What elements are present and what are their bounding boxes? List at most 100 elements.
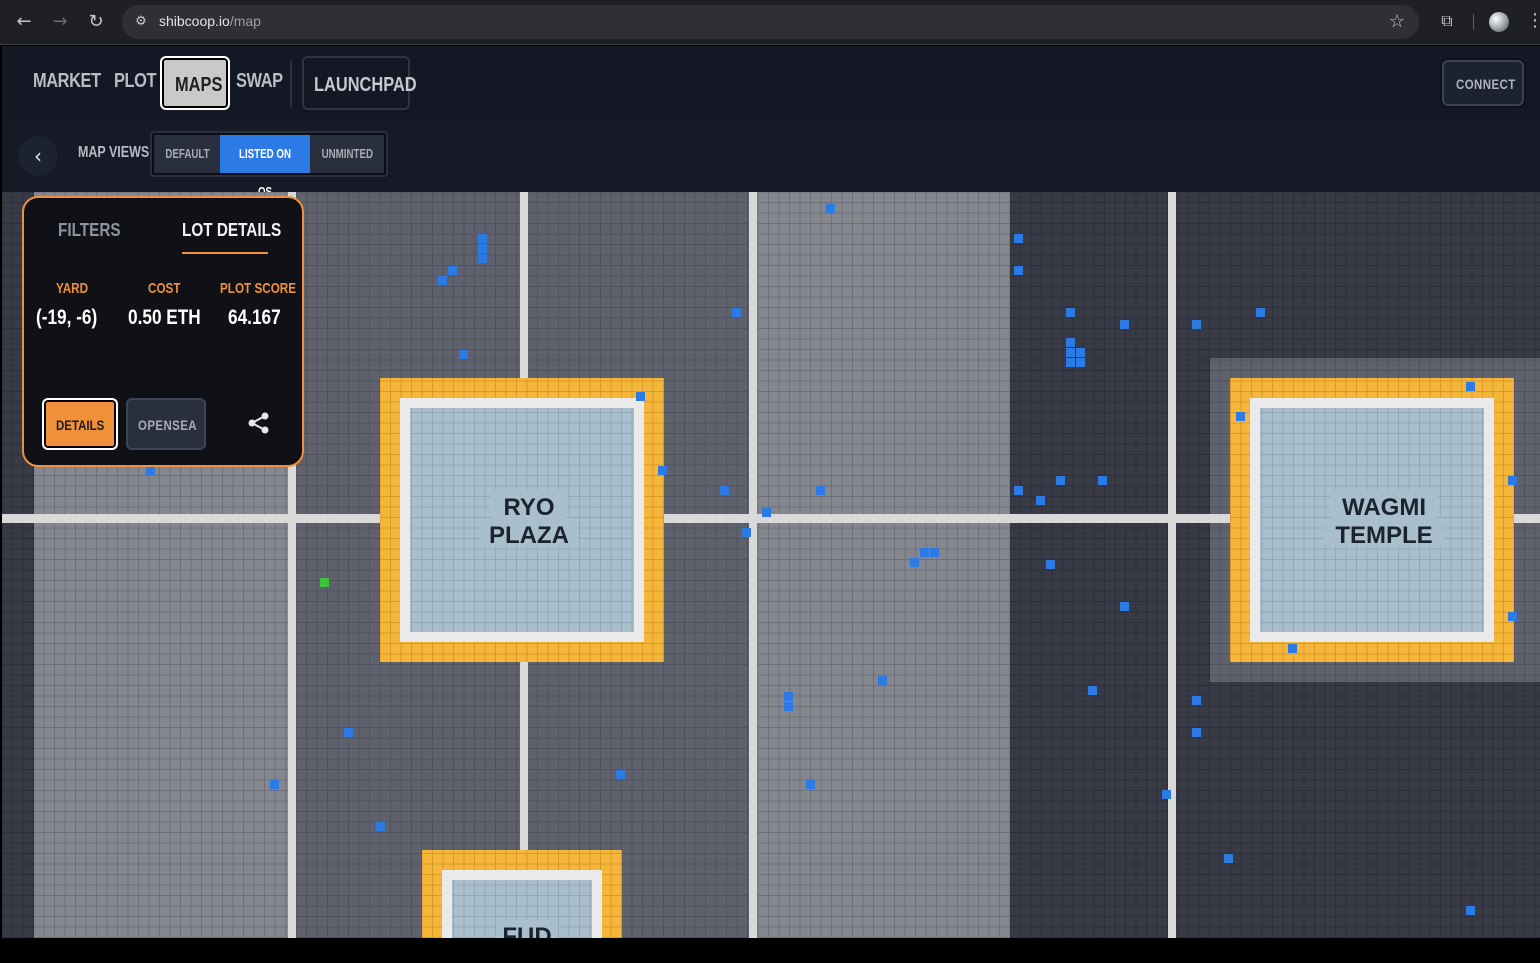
map-views-toggle: DEFAULT LISTED ON OS UNMINTED [150,131,388,199]
listed-lot[interactable] [459,350,468,359]
listed-lot[interactable] [1056,476,1065,485]
site-settings-icon[interactable]: ⚙ [132,13,150,31]
plot-score-label: PLOT SCORE [220,280,297,297]
listed-lot[interactable] [270,780,279,789]
view-default-label: DEFAULT [164,146,210,161]
cost-label: COST [148,280,181,297]
view-default-button[interactable]: DEFAULT [154,135,220,173]
listed-lot[interactable] [1046,560,1055,569]
listed-lot[interactable] [1508,612,1517,621]
toolbar-divider [1473,14,1474,30]
listed-lot[interactable] [784,692,793,701]
map-views-bar: ‹ MAP VIEWS: DEFAULT LISTED ON OS UNMINT… [2,122,1540,199]
listed-lot[interactable] [636,392,645,401]
listed-lot[interactable] [616,770,625,779]
listed-lot[interactable] [1288,644,1297,653]
fud-label: FUD [496,920,558,938]
nav-launchpad-label: LAUNCHPAD [314,74,417,96]
nav-maps-label: MAPS [175,74,223,96]
listed-lot[interactable] [478,244,487,253]
view-listed-on-os-button[interactable]: LISTED ON OS [220,135,310,199]
profile-avatar[interactable] [1489,12,1509,32]
listed-lot[interactable] [1014,234,1023,243]
bookmark-star-icon[interactable]: ☆ [1389,11,1405,32]
listed-lot[interactable] [146,466,155,475]
nav-divider [290,60,292,108]
listed-lot[interactable] [1120,602,1129,611]
listed-lot[interactable] [1256,308,1265,317]
listed-lot[interactable] [1036,496,1045,505]
listed-lot[interactable] [806,780,815,789]
extensions-icon[interactable]: ⧉ [1436,10,1458,32]
app-header: MARKET PLOT MAPS SWAP LAUNCHPAD CONNECT [2,46,1540,122]
listed-lot[interactable] [1192,696,1201,705]
listed-lot[interactable] [1466,382,1475,391]
active-tab-underline [182,252,268,254]
listed-lot[interactable] [1236,412,1245,421]
listed-lot[interactable] [742,528,751,537]
listed-lot[interactable] [920,548,929,557]
menu-kebab-icon[interactable]: ⋮ [1526,10,1540,31]
listed-lot[interactable] [1098,476,1107,485]
back-arrow-icon[interactable]: ← [12,10,36,34]
nav-maps[interactable]: MAPS [160,56,230,110]
listed-lot[interactable] [1066,308,1075,317]
fud-label-line1: FUD [502,923,551,938]
ryo-label-line1: RYO [503,494,554,521]
view-unminted-button[interactable]: UNMINTED [310,135,384,173]
listed-lot[interactable] [1192,320,1201,329]
nav-swap[interactable]: SWAP [236,70,283,93]
connect-label: CONNECT [1456,76,1516,92]
lot-details-panel: FILTERS LOT DETAILS YARD (-19, -6) COST … [22,196,304,467]
listed-lot[interactable] [1120,320,1129,329]
listed-lot[interactable] [762,508,771,517]
url-text[interactable]: shibcoop.io/map [159,13,261,29]
listed-lot[interactable] [878,676,887,685]
listed-lot[interactable] [816,486,825,495]
address-bar[interactable]: ⚙ shibcoop.io/map ☆ [122,5,1419,39]
listed-lot[interactable] [478,234,487,243]
yard-value: (-19, -6) [36,306,98,329]
nav-market[interactable]: MARKET [33,70,101,93]
selected-lot[interactable] [320,578,329,587]
details-button[interactable]: DETAILS [42,398,118,450]
reload-icon[interactable]: ↻ [84,10,108,34]
listed-lot[interactable] [784,702,793,711]
listed-lot[interactable] [1224,854,1233,863]
forward-arrow-icon[interactable]: → [48,10,72,34]
listed-lot[interactable] [1014,266,1023,275]
listed-lot[interactable] [1066,348,1075,357]
listed-lot[interactable] [930,548,939,557]
view-unminted-label: UNMINTED [321,146,373,161]
listed-lot[interactable] [910,558,919,567]
nav-plot[interactable]: PLOT [114,70,157,93]
listed-lot[interactable] [448,266,457,275]
chevron-left-icon[interactable]: ‹ [18,136,58,176]
listed-lot[interactable] [1192,728,1201,737]
listed-lot[interactable] [720,486,729,495]
listed-lot[interactable] [344,728,353,737]
nav-launchpad[interactable]: LAUNCHPAD [302,56,417,110]
listed-lot[interactable] [376,822,385,831]
listed-lot[interactable] [1076,358,1085,367]
listed-lot[interactable] [478,254,487,263]
listed-lot[interactable] [732,308,741,317]
connect-button[interactable]: CONNECT [1442,60,1524,106]
listed-lot[interactable] [1076,348,1085,357]
tab-lot-details[interactable]: LOT DETAILS [182,220,281,241]
tab-filters[interactable]: FILTERS [58,220,121,241]
yard-label: YARD [56,280,89,297]
listed-lot[interactable] [826,204,835,213]
listed-lot[interactable] [1066,338,1075,347]
listed-lot[interactable] [1466,906,1475,915]
listed-lot[interactable] [1162,790,1171,799]
share-icon[interactable] [246,410,272,436]
listed-lot[interactable] [658,466,667,475]
listed-lot[interactable] [1014,486,1023,495]
listed-lot[interactable] [1088,686,1097,695]
opensea-button[interactable]: OPENSEA [126,398,206,450]
listed-lot[interactable] [438,276,447,285]
map-views-label: MAP VIEWS: [78,144,154,161]
listed-lot[interactable] [1508,476,1517,485]
listed-lot[interactable] [1066,358,1075,367]
